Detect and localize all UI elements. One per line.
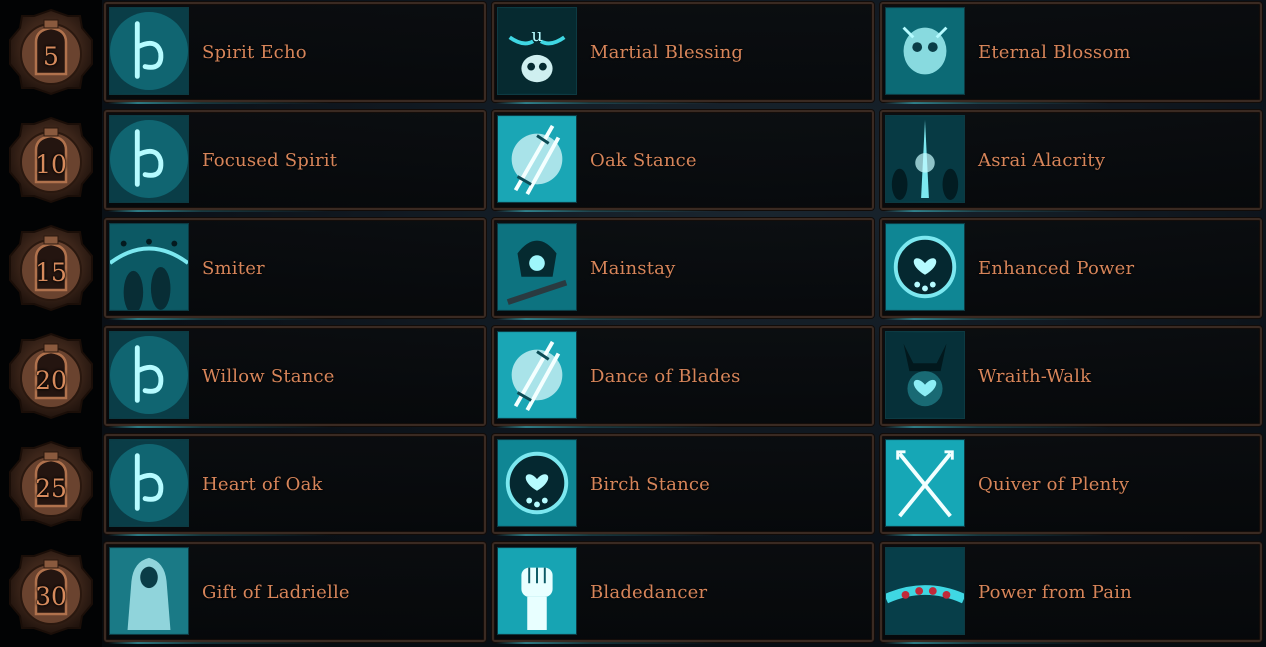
talent-cell[interactable]: Birch Stance xyxy=(492,434,874,536)
level-number: 15 xyxy=(35,257,67,287)
level-number: 20 xyxy=(35,365,67,395)
talent-tier-row: 15 Smiter Mainstay Enhanced Power xyxy=(0,216,1266,320)
talent-cell[interactable]: u Martial Blessing xyxy=(492,2,874,104)
talent-cell[interactable]: Smiter xyxy=(104,218,486,320)
glowing-spear-icon xyxy=(885,115,965,203)
talent-cell[interactable]: Power from Pain xyxy=(880,542,1262,644)
crossed-blades-icon xyxy=(497,115,577,203)
talent-cell[interactable]: Asrai Alacrity xyxy=(880,110,1262,212)
talent-cell[interactable]: Focused Spirit xyxy=(104,110,486,212)
talent-name: Birch Stance xyxy=(590,473,711,495)
heart-drops-icon xyxy=(885,223,965,311)
rune-icon xyxy=(109,115,189,203)
level-number: 25 xyxy=(35,473,67,503)
talent-name: Mainstay xyxy=(590,257,676,279)
level-badge: 20 xyxy=(8,332,94,420)
talent-name: Oak Stance xyxy=(590,149,697,171)
talent-tier-row: 30 Gift of Ladrielle Bladedancer Power f… xyxy=(0,540,1266,644)
level-number: 10 xyxy=(35,149,67,179)
talent-cell[interactable]: Spirit Echo xyxy=(104,2,486,104)
talent-name: Willow Stance xyxy=(202,365,335,387)
level-badge: 15 xyxy=(8,224,94,312)
warriors-silhouette-icon xyxy=(109,223,189,311)
level-badge: 10 xyxy=(8,116,94,204)
talent-tier-row: 10 Focused Spirit Oak Stance Asrai Alacr… xyxy=(0,108,1266,212)
talent-tier-row: 25 Heart of Oak Birch Stance Quiver of P… xyxy=(0,432,1266,536)
talent-tier-row: 20 Willow Stance Dance of Blades Wraith-… xyxy=(0,324,1266,428)
talent-name: Martial Blessing xyxy=(590,41,744,63)
crossed-arrows-icon xyxy=(885,439,965,527)
talent-cell[interactable]: Enhanced Power xyxy=(880,218,1262,320)
rune-icon xyxy=(109,439,189,527)
winged-skull-icon: u xyxy=(497,7,577,95)
rune-icon xyxy=(109,331,189,419)
talent-cell[interactable]: Eternal Blossom xyxy=(880,2,1262,104)
talent-cell[interactable]: Gift of Ladrielle xyxy=(104,542,486,644)
talent-name: Gift of Ladrielle xyxy=(202,581,350,603)
talent-cell[interactable]: Dance of Blades xyxy=(492,326,874,428)
talent-cell[interactable]: Heart of Oak xyxy=(104,434,486,536)
heart-drops-icon xyxy=(497,439,577,527)
helmed-warrior-icon xyxy=(497,223,577,311)
talent-tier-row: 5 Spirit Echo u Martial Blessing Eternal … xyxy=(0,0,1266,104)
svg-text:u: u xyxy=(531,26,542,46)
talent-name: Asrai Alacrity xyxy=(978,149,1106,171)
gem-bracelet-icon xyxy=(885,547,965,635)
level-number: 30 xyxy=(35,581,67,611)
talent-name: Smiter xyxy=(202,257,265,279)
hooded-figure-icon xyxy=(109,547,189,635)
talent-name: Dance of Blades xyxy=(590,365,741,387)
talent-name: Eternal Blossom xyxy=(978,41,1131,63)
talent-name: Power from Pain xyxy=(978,581,1132,603)
rune-icon xyxy=(109,7,189,95)
talent-cell[interactable]: Wraith-Walk xyxy=(880,326,1262,428)
talent-cell[interactable]: Willow Stance xyxy=(104,326,486,428)
level-number: 5 xyxy=(43,41,59,71)
talent-name: Spirit Echo xyxy=(202,41,307,63)
level-badge: 5 xyxy=(8,8,94,96)
raised-fist-icon xyxy=(497,547,577,635)
talent-cell[interactable]: Mainstay xyxy=(492,218,874,320)
level-badge: 25 xyxy=(8,440,94,528)
crossed-blades-icon xyxy=(497,331,577,419)
level-badge: 30 xyxy=(8,548,94,636)
talent-name: Heart of Oak xyxy=(202,473,323,495)
talent-cell[interactable]: Oak Stance xyxy=(492,110,874,212)
glowing-skull-icon xyxy=(885,7,965,95)
talent-name: Quiver of Plenty xyxy=(978,473,1130,495)
talent-cell[interactable]: Quiver of Plenty xyxy=(880,434,1262,536)
talent-name: Enhanced Power xyxy=(978,257,1135,279)
talent-cell[interactable]: Bladedancer xyxy=(492,542,874,644)
horned-heart-icon xyxy=(885,331,965,419)
talent-name: Bladedancer xyxy=(590,581,708,603)
talent-name: Wraith-Walk xyxy=(978,365,1092,387)
talent-name: Focused Spirit xyxy=(202,149,338,171)
